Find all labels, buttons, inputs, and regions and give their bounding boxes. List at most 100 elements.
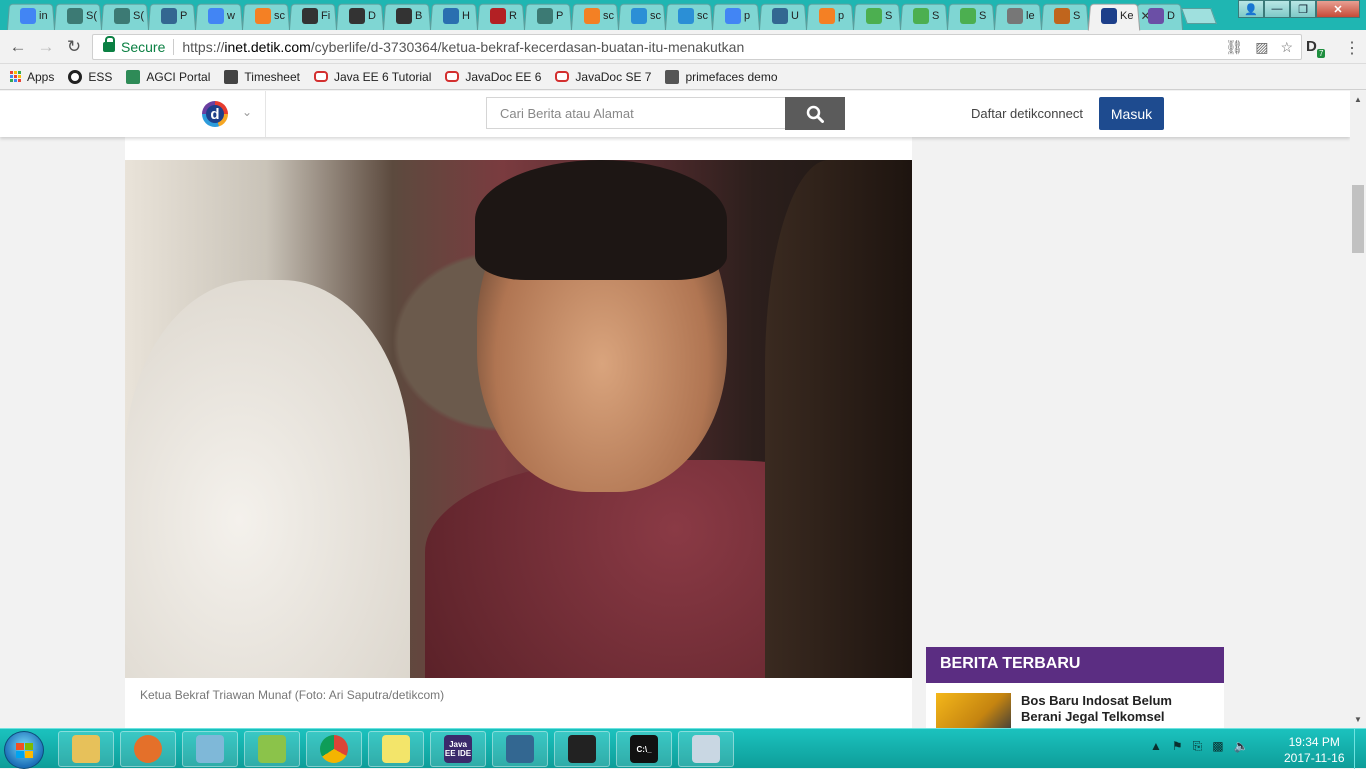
photo-figure-left <box>125 280 410 678</box>
tab-content[interactable]: S( <box>67 7 97 25</box>
back-button[interactable]: ← <box>8 37 28 57</box>
taskbar-button[interactable]: Java EE IDE <box>430 731 486 767</box>
news-thumbnail[interactable] <box>936 693 1011 728</box>
search-input[interactable] <box>486 97 786 129</box>
tab-content[interactable]: P <box>537 7 563 25</box>
tab-content[interactable]: S <box>1054 7 1080 25</box>
url-text[interactable]: https://inet.detik.com/cyberlife/d-37303… <box>182 39 744 55</box>
taskbar-button[interactable] <box>678 731 734 767</box>
tab-content[interactable]: S <box>866 7 892 25</box>
bookmark-primefaces[interactable]: primefaces demo <box>665 69 778 84</box>
latest-news-heading: BERITA TERBARU <box>926 647 1224 683</box>
tab-title: D <box>368 10 376 22</box>
address-bar[interactable]: Secure https://inet.detik.com/cyberlife/… <box>92 34 1302 60</box>
show-desktop-button[interactable] <box>1354 729 1366 769</box>
bookmark-star-icon[interactable]: ☆ <box>1280 39 1293 56</box>
tab-content[interactable]: H <box>443 7 470 25</box>
clock-date: 2017-11-16 <box>1284 751 1345 765</box>
chevron-down-icon[interactable]: ⌄ <box>242 105 252 119</box>
register-link[interactable]: Daftar detikconnect <box>971 106 1083 121</box>
sticky-notes-icon <box>382 735 410 763</box>
search-icon <box>806 105 824 123</box>
tab-content[interactable]: B <box>396 7 422 25</box>
bookmark-oracle[interactable]: JavaDoc EE 6 <box>445 70 541 84</box>
scroll-down-arrow-icon[interactable]: ▼ <box>1354 715 1362 724</box>
volume-icon[interactable]: 🔈 <box>1234 739 1249 754</box>
tab-content[interactable]: Fi <box>302 7 330 25</box>
tab-content[interactable]: le <box>1007 7 1035 25</box>
tab-title: sc <box>603 10 614 22</box>
blocked-popup-icon[interactable]: ⛓ <box>1225 39 1243 56</box>
forward-button[interactable]: → <box>36 37 56 57</box>
tab-title: sc <box>274 10 285 22</box>
tab-content[interactable]: p <box>819 7 844 25</box>
bookmark-apps[interactable]: Apps <box>10 70 54 84</box>
news-title-link[interactable]: Bos Baru Indosat Belum Berani Jegal Telk… <box>1021 693 1211 725</box>
bookmark-agci[interactable]: AGCI Portal <box>126 69 210 84</box>
tab-content[interactable]: p <box>725 7 750 25</box>
bookmark-oracle[interactable]: JavaDoc SE 7 <box>555 70 651 84</box>
login-button[interactable]: Masuk <box>1099 97 1164 130</box>
close-window-button[interactable]: ✕ <box>1316 0 1360 18</box>
minimize-button[interactable]: — <box>1264 0 1290 18</box>
taskbar-button[interactable] <box>368 731 424 767</box>
search-button[interactable] <box>785 97 845 130</box>
scroll-up-arrow-icon[interactable]: ▲ <box>1354 95 1362 104</box>
google-icon <box>725 8 741 24</box>
tab-title: w <box>227 10 235 22</box>
bookmark-oracle[interactable]: Java EE 6 Tutorial <box>313 70 431 84</box>
translate-icon[interactable]: ▨ <box>1255 39 1268 56</box>
user-profile-icon[interactable]: 👤 <box>1238 0 1264 18</box>
tray-expand-icon[interactable]: ▲ <box>1150 739 1162 754</box>
device-icon[interactable]: ⎘ <box>1193 739 1203 754</box>
tab-content[interactable]: S( <box>114 7 144 25</box>
bookmark-ess[interactable]: ESS <box>68 69 112 84</box>
google-icon <box>208 8 224 24</box>
tab-content[interactable]: P <box>161 7 187 25</box>
page-scrollbar[interactable]: ▲ ▼ <box>1350 91 1366 728</box>
bookmark-timesheet[interactable]: Timesheet <box>224 69 300 84</box>
tab-content[interactable]: S <box>913 7 939 25</box>
new-tab-button[interactable] <box>1181 8 1217 24</box>
detik-icon <box>1101 8 1117 24</box>
taskbar-button[interactable] <box>554 731 610 767</box>
detik-logo[interactable]: d <box>202 101 228 127</box>
reload-button[interactable]: ↻ <box>64 37 84 57</box>
tab-content[interactable]: U <box>772 7 799 25</box>
tab-content[interactable]: sc <box>678 7 708 25</box>
tab-content[interactable]: sc <box>631 7 661 25</box>
tab-content[interactable]: D <box>349 7 376 25</box>
google-icon <box>20 8 36 24</box>
clock-time: 19:34 PM <box>1288 735 1340 749</box>
tab-content[interactable]: S <box>960 7 986 25</box>
network-icon[interactable]: ▩ <box>1212 739 1223 754</box>
tab-content[interactable]: D <box>1148 7 1175 25</box>
w3-icon <box>960 8 976 24</box>
diamond-icon <box>537 8 553 24</box>
maximize-button[interactable]: ❐ <box>1290 0 1316 18</box>
info-icon <box>1148 8 1164 24</box>
system-tray: ▲ ⚑ ⎘ ▩ 🔈 <box>1150 739 1249 754</box>
url-scheme: https:// <box>182 39 225 55</box>
taskbar-button[interactable] <box>120 731 176 767</box>
tab-content[interactable]: R <box>490 7 517 25</box>
tab-title: S <box>885 10 893 22</box>
taskbar-button[interactable] <box>306 731 362 767</box>
taskbar-button[interactable]: C:\_ <box>616 731 672 767</box>
clock[interactable]: 19:34 PM 2017-11-16 <box>1284 734 1345 766</box>
taskbar-button[interactable] <box>492 731 548 767</box>
tab-content[interactable]: in <box>20 7 48 25</box>
scrollbar-thumb[interactable] <box>1352 185 1364 253</box>
chrome-menu-icon[interactable]: ⋮ <box>1344 38 1360 58</box>
start-button[interactable] <box>4 731 44 769</box>
tab-content[interactable]: w <box>208 7 235 25</box>
tab-content[interactable]: sc <box>584 7 614 25</box>
taskbar-button[interactable] <box>244 731 300 767</box>
tab-content[interactable]: Ke ✕ <box>1101 7 1151 25</box>
tab-title: S( <box>86 10 97 22</box>
taskbar-button[interactable] <box>182 731 238 767</box>
taskbar-button[interactable] <box>58 731 114 767</box>
tab-content[interactable]: sc <box>255 7 285 25</box>
action-center-icon[interactable]: ⚑ <box>1172 739 1183 754</box>
bookmarks-bar: Apps ESS AGCI Portal Timesheet Java EE 6 Tut… <box>0 64 1366 90</box>
